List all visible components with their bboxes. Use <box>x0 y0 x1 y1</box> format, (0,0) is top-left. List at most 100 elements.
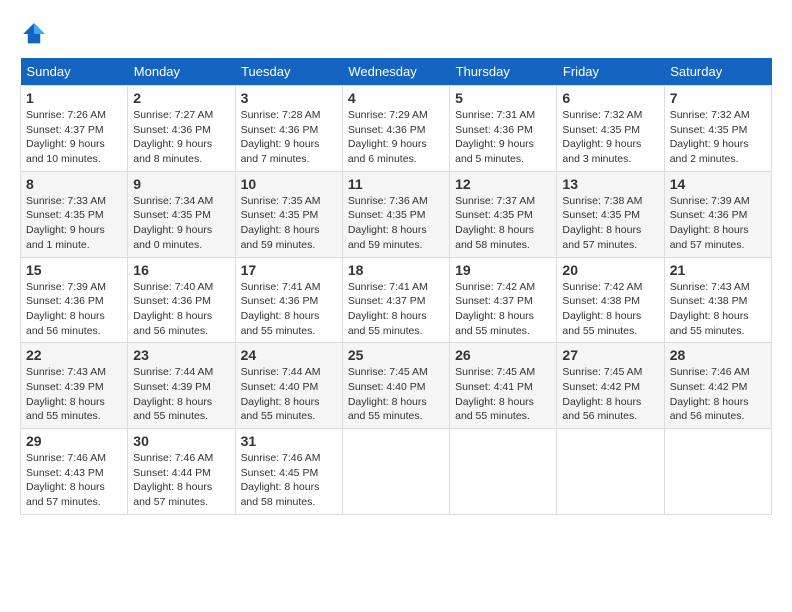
day-number: 2 <box>133 90 229 106</box>
calendar-day-cell: 21 Sunrise: 7:43 AM Sunset: 4:38 PM Dayl… <box>664 257 771 343</box>
calendar-day-cell: 18 Sunrise: 7:41 AM Sunset: 4:37 PM Dayl… <box>342 257 449 343</box>
calendar-day-cell: 31 Sunrise: 7:46 AM Sunset: 4:45 PM Dayl… <box>235 429 342 515</box>
sunset-label: Sunset: 4:39 PM <box>26 381 104 393</box>
day-number: 20 <box>562 262 658 278</box>
daylight-label: Daylight: 8 hours and 57 minutes. <box>133 481 212 508</box>
day-info: Sunrise: 7:41 AM Sunset: 4:37 PM Dayligh… <box>348 280 444 339</box>
calendar-day-cell: 3 Sunrise: 7:28 AM Sunset: 4:36 PM Dayli… <box>235 86 342 172</box>
calendar-day-cell: 24 Sunrise: 7:44 AM Sunset: 4:40 PM Dayl… <box>235 343 342 429</box>
sunrise-label: Sunrise: 7:45 AM <box>455 366 535 378</box>
day-info: Sunrise: 7:36 AM Sunset: 4:35 PM Dayligh… <box>348 194 444 253</box>
logo <box>20 20 52 48</box>
daylight-label: Daylight: 9 hours and 1 minute. <box>26 224 105 251</box>
calendar-day-cell: 15 Sunrise: 7:39 AM Sunset: 4:36 PM Dayl… <box>21 257 128 343</box>
day-info: Sunrise: 7:35 AM Sunset: 4:35 PM Dayligh… <box>241 194 337 253</box>
sunrise-label: Sunrise: 7:44 AM <box>133 366 213 378</box>
sunset-label: Sunset: 4:37 PM <box>26 124 104 136</box>
calendar-day-header: Monday <box>128 58 235 86</box>
daylight-label: Daylight: 9 hours and 6 minutes. <box>348 138 427 165</box>
day-number: 21 <box>670 262 766 278</box>
sunset-label: Sunset: 4:36 PM <box>348 124 426 136</box>
calendar-day-cell <box>664 429 771 515</box>
calendar-day-cell <box>557 429 664 515</box>
day-number: 23 <box>133 347 229 363</box>
sunset-label: Sunset: 4:35 PM <box>455 209 533 221</box>
sunrise-label: Sunrise: 7:41 AM <box>348 281 428 293</box>
calendar-day-cell: 25 Sunrise: 7:45 AM Sunset: 4:40 PM Dayl… <box>342 343 449 429</box>
day-number: 25 <box>348 347 444 363</box>
day-number: 28 <box>670 347 766 363</box>
page-header <box>20 20 772 48</box>
sunset-label: Sunset: 4:38 PM <box>562 295 640 307</box>
calendar-day-cell: 26 Sunrise: 7:45 AM Sunset: 4:41 PM Dayl… <box>450 343 557 429</box>
calendar-day-cell: 7 Sunrise: 7:32 AM Sunset: 4:35 PM Dayli… <box>664 86 771 172</box>
day-info: Sunrise: 7:39 AM Sunset: 4:36 PM Dayligh… <box>670 194 766 253</box>
calendar-day-cell: 14 Sunrise: 7:39 AM Sunset: 4:36 PM Dayl… <box>664 171 771 257</box>
calendar-day-cell: 28 Sunrise: 7:46 AM Sunset: 4:42 PM Dayl… <box>664 343 771 429</box>
day-info: Sunrise: 7:38 AM Sunset: 4:35 PM Dayligh… <box>562 194 658 253</box>
daylight-label: Daylight: 9 hours and 2 minutes. <box>670 138 749 165</box>
calendar-day-cell: 6 Sunrise: 7:32 AM Sunset: 4:35 PM Dayli… <box>557 86 664 172</box>
sunrise-label: Sunrise: 7:44 AM <box>241 366 321 378</box>
sunrise-label: Sunrise: 7:36 AM <box>348 195 428 207</box>
daylight-label: Daylight: 8 hours and 55 minutes. <box>348 310 427 337</box>
calendar-week-row: 1 Sunrise: 7:26 AM Sunset: 4:37 PM Dayli… <box>21 86 772 172</box>
day-number: 3 <box>241 90 337 106</box>
calendar-day-header: Friday <box>557 58 664 86</box>
calendar-week-row: 8 Sunrise: 7:33 AM Sunset: 4:35 PM Dayli… <box>21 171 772 257</box>
sunrise-label: Sunrise: 7:29 AM <box>348 109 428 121</box>
sunset-label: Sunset: 4:35 PM <box>562 209 640 221</box>
sunrise-label: Sunrise: 7:45 AM <box>562 366 642 378</box>
sunset-label: Sunset: 4:42 PM <box>562 381 640 393</box>
day-number: 8 <box>26 176 122 192</box>
sunset-label: Sunset: 4:37 PM <box>348 295 426 307</box>
daylight-label: Daylight: 8 hours and 55 minutes. <box>133 396 212 423</box>
sunrise-label: Sunrise: 7:46 AM <box>133 452 213 464</box>
daylight-label: Daylight: 8 hours and 56 minutes. <box>562 396 641 423</box>
daylight-label: Daylight: 9 hours and 3 minutes. <box>562 138 641 165</box>
sunset-label: Sunset: 4:42 PM <box>670 381 748 393</box>
daylight-label: Daylight: 8 hours and 55 minutes. <box>455 396 534 423</box>
daylight-label: Daylight: 9 hours and 10 minutes. <box>26 138 105 165</box>
sunset-label: Sunset: 4:40 PM <box>241 381 319 393</box>
sunrise-label: Sunrise: 7:34 AM <box>133 195 213 207</box>
day-info: Sunrise: 7:45 AM Sunset: 4:40 PM Dayligh… <box>348 365 444 424</box>
day-info: Sunrise: 7:45 AM Sunset: 4:42 PM Dayligh… <box>562 365 658 424</box>
calendar-day-cell: 29 Sunrise: 7:46 AM Sunset: 4:43 PM Dayl… <box>21 429 128 515</box>
sunrise-label: Sunrise: 7:43 AM <box>26 366 106 378</box>
sunset-label: Sunset: 4:36 PM <box>133 124 211 136</box>
calendar-day-header: Tuesday <box>235 58 342 86</box>
day-info: Sunrise: 7:45 AM Sunset: 4:41 PM Dayligh… <box>455 365 551 424</box>
daylight-label: Daylight: 8 hours and 58 minutes. <box>455 224 534 251</box>
calendar-day-cell: 2 Sunrise: 7:27 AM Sunset: 4:36 PM Dayli… <box>128 86 235 172</box>
sunset-label: Sunset: 4:35 PM <box>670 124 748 136</box>
sunrise-label: Sunrise: 7:43 AM <box>670 281 750 293</box>
sunset-label: Sunset: 4:40 PM <box>348 381 426 393</box>
daylight-label: Daylight: 9 hours and 7 minutes. <box>241 138 320 165</box>
calendar-day-cell: 1 Sunrise: 7:26 AM Sunset: 4:37 PM Dayli… <box>21 86 128 172</box>
calendar-day-header: Sunday <box>21 58 128 86</box>
sunset-label: Sunset: 4:36 PM <box>133 295 211 307</box>
daylight-label: Daylight: 8 hours and 55 minutes. <box>348 396 427 423</box>
day-number: 5 <box>455 90 551 106</box>
sunset-label: Sunset: 4:44 PM <box>133 467 211 479</box>
sunrise-label: Sunrise: 7:32 AM <box>562 109 642 121</box>
sunrise-label: Sunrise: 7:46 AM <box>241 452 321 464</box>
calendar-header-row: SundayMondayTuesdayWednesdayThursdayFrid… <box>21 58 772 86</box>
day-info: Sunrise: 7:43 AM Sunset: 4:39 PM Dayligh… <box>26 365 122 424</box>
day-number: 19 <box>455 262 551 278</box>
sunset-label: Sunset: 4:35 PM <box>26 209 104 221</box>
day-info: Sunrise: 7:28 AM Sunset: 4:36 PM Dayligh… <box>241 108 337 167</box>
sunrise-label: Sunrise: 7:31 AM <box>455 109 535 121</box>
day-info: Sunrise: 7:44 AM Sunset: 4:40 PM Dayligh… <box>241 365 337 424</box>
daylight-label: Daylight: 8 hours and 55 minutes. <box>455 310 534 337</box>
calendar-table: SundayMondayTuesdayWednesdayThursdayFrid… <box>20 58 772 515</box>
day-info: Sunrise: 7:41 AM Sunset: 4:36 PM Dayligh… <box>241 280 337 339</box>
day-info: Sunrise: 7:46 AM Sunset: 4:43 PM Dayligh… <box>26 451 122 510</box>
calendar-day-cell: 23 Sunrise: 7:44 AM Sunset: 4:39 PM Dayl… <box>128 343 235 429</box>
calendar-day-cell: 22 Sunrise: 7:43 AM Sunset: 4:39 PM Dayl… <box>21 343 128 429</box>
day-info: Sunrise: 7:37 AM Sunset: 4:35 PM Dayligh… <box>455 194 551 253</box>
day-number: 26 <box>455 347 551 363</box>
day-number: 30 <box>133 433 229 449</box>
sunrise-label: Sunrise: 7:40 AM <box>133 281 213 293</box>
